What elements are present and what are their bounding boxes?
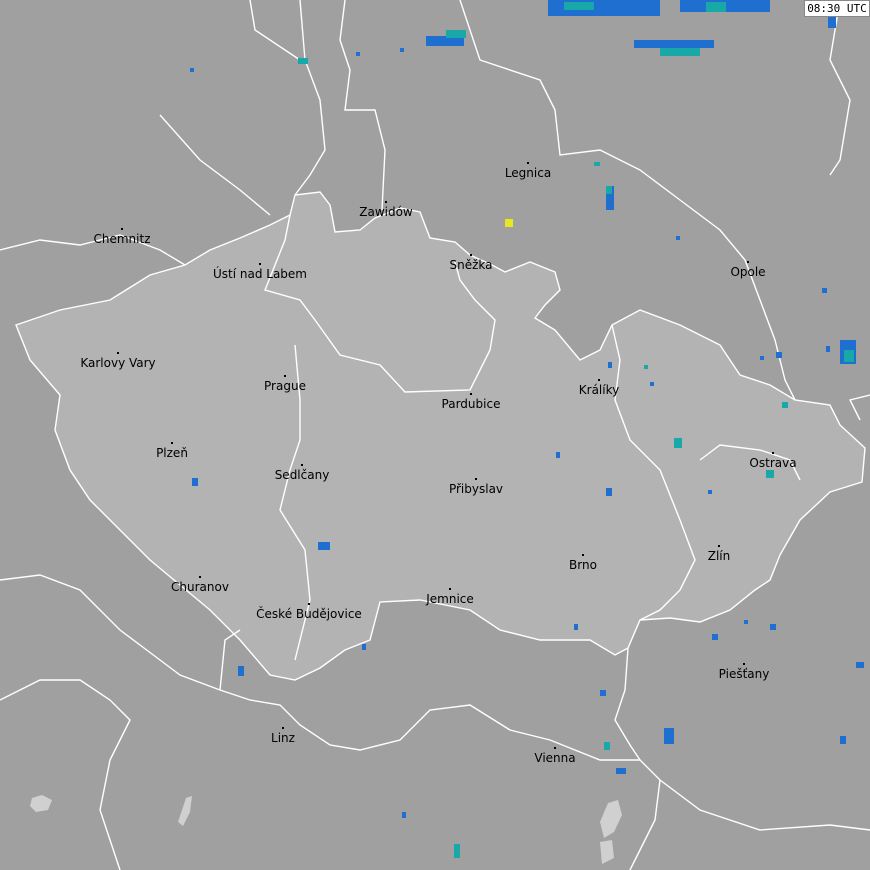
- lightning-map[interactable]: Chemnitz Zawidów Legnica Ústí nad Labem Sněž…: [0, 0, 870, 870]
- city-label: Brno: [569, 558, 597, 572]
- city-label: Sněžka: [450, 258, 493, 272]
- city-marker: [582, 554, 584, 556]
- city-label: Zawidów: [359, 205, 413, 219]
- city-label: Sedlčany: [275, 468, 330, 482]
- strike: [400, 48, 404, 52]
- strike-cluster: [298, 58, 308, 64]
- strike: [600, 690, 606, 696]
- city-marker: [747, 261, 749, 263]
- strike: [362, 644, 366, 650]
- strike: [712, 634, 718, 640]
- city-marker: [772, 452, 774, 454]
- strike-cluster: [674, 438, 682, 448]
- strike: [454, 844, 460, 858]
- city-marker: [475, 478, 477, 480]
- city-marker: [527, 162, 529, 164]
- strike-cluster: [664, 728, 674, 744]
- strike-cluster: [564, 2, 594, 10]
- city-marker: [301, 464, 303, 466]
- strike: [644, 365, 648, 369]
- city-label: Karlovy Vary: [80, 356, 155, 370]
- strike: [238, 666, 244, 676]
- city-label: Prague: [264, 379, 306, 393]
- city-marker: [199, 576, 201, 578]
- strike-cluster: [706, 2, 726, 12]
- strike: [192, 478, 198, 486]
- city-label: Legnica: [505, 166, 551, 180]
- map-canvas: Chemnitz Zawidów Legnica Ústí nad Labem Sněž…: [0, 0, 870, 870]
- strike: [840, 736, 846, 744]
- city-marker: [743, 663, 745, 665]
- strike: [608, 362, 612, 368]
- strike: [822, 288, 827, 293]
- city-label: Piešťany: [719, 667, 770, 681]
- city-marker: [171, 442, 173, 444]
- strike: [826, 346, 830, 352]
- strike: [356, 52, 360, 56]
- strike: [574, 624, 578, 630]
- strike-cluster: [446, 30, 466, 38]
- city-label: Králíky: [579, 383, 619, 397]
- strike-yellow: [505, 219, 513, 227]
- strike: [606, 488, 612, 496]
- city-label: Plzeň: [156, 446, 188, 460]
- city-label: Pardubice: [442, 397, 501, 411]
- strike-cluster: [318, 542, 330, 550]
- strike-cluster: [844, 350, 854, 362]
- strike-cluster: [606, 186, 612, 194]
- strike: [856, 662, 864, 668]
- city-marker: [385, 201, 387, 203]
- city-marker: [470, 254, 472, 256]
- strike: [708, 490, 712, 494]
- city-marker: [117, 352, 119, 354]
- strike: [556, 452, 560, 458]
- city-label: Churanov: [171, 580, 229, 594]
- strike: [594, 162, 600, 166]
- city-marker: [121, 228, 123, 230]
- strike: [782, 402, 788, 408]
- city-label: Přibyslav: [449, 482, 503, 496]
- strike: [766, 470, 774, 478]
- city-marker: [259, 263, 261, 265]
- city-label: Ústí nad Labem: [213, 266, 307, 281]
- city-label: Jemnice: [425, 592, 474, 606]
- strike: [604, 742, 610, 750]
- lakes: [30, 795, 622, 864]
- city-marker: [284, 375, 286, 377]
- city-label: Ostrava: [749, 456, 796, 470]
- city-marker: [449, 588, 451, 590]
- strike-cluster: [634, 40, 714, 48]
- city-marker: [470, 393, 472, 395]
- city-label: Chemnitz: [94, 232, 151, 246]
- strike-cluster: [828, 16, 836, 28]
- city-label: Vienna: [534, 751, 575, 765]
- strike: [770, 624, 776, 630]
- city-marker: [308, 603, 310, 605]
- strike: [760, 356, 764, 360]
- strike: [650, 382, 654, 386]
- strike: [776, 352, 782, 358]
- city-label: Opole: [730, 265, 765, 279]
- strike: [402, 812, 406, 818]
- city-marker: [598, 379, 600, 381]
- strike: [676, 236, 680, 240]
- timestamp-label: 08:30 UTC: [804, 0, 870, 17]
- city-marker: [554, 747, 556, 749]
- strike: [616, 768, 626, 774]
- city-label: Linz: [271, 731, 295, 745]
- strike: [190, 68, 194, 72]
- strike-cluster: [660, 48, 700, 56]
- city-label: České Budějovice: [256, 606, 362, 621]
- strike: [744, 620, 748, 624]
- city-marker: [718, 545, 720, 547]
- city-label: Zlín: [708, 549, 731, 563]
- city-marker: [282, 727, 284, 729]
